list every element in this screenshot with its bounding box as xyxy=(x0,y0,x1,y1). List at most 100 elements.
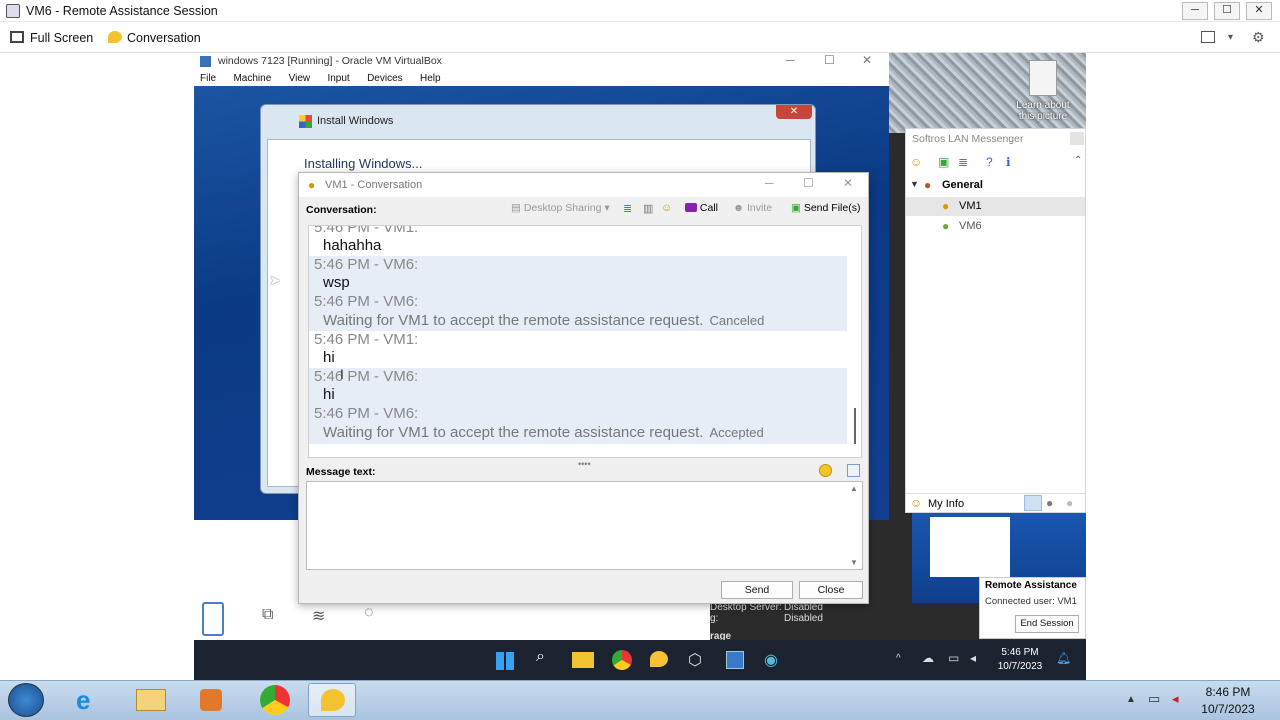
user-item-vm1[interactable]: ● VM1 xyxy=(906,197,1085,216)
cloud-icon[interactable]: ☁ xyxy=(922,651,934,665)
network-icon[interactable]: ▭ xyxy=(1148,691,1160,707)
palette-icon[interactable]: ◌ xyxy=(364,604,374,622)
splitter-handle[interactable]: •••• xyxy=(578,459,591,469)
group-icon: ● xyxy=(924,178,932,192)
call-label: Call xyxy=(699,202,719,214)
close-button[interactable]: ✕ xyxy=(1246,2,1272,20)
message-text: hahahha xyxy=(323,237,382,254)
send-button[interactable]: Send xyxy=(721,581,793,599)
users-icon[interactable]: ☺ xyxy=(910,155,922,169)
tool-icon[interactable] xyxy=(202,602,224,636)
vm-clock-date[interactable]: 10/7/2023 xyxy=(994,661,1046,672)
end-session-button[interactable]: End Session xyxy=(1015,615,1079,633)
formatting-icon[interactable] xyxy=(847,464,860,477)
ra-connected-user: Connected user: VM1 xyxy=(985,596,1077,607)
message-input[interactable]: ▲ ▼ xyxy=(306,481,863,570)
menu-view[interactable]: View xyxy=(289,73,311,84)
status-offline-button[interactable]: ● xyxy=(1066,496,1073,510)
vbox-close-button[interactable]: ✕ xyxy=(862,53,872,67)
participants-icon[interactable]: ☺ xyxy=(661,202,672,214)
collapse-icon[interactable]: ⌃ xyxy=(1074,155,1082,166)
dropdown-icon[interactable]: ▾ xyxy=(1228,32,1233,43)
status-online-button[interactable] xyxy=(1024,495,1042,511)
virtualbox-menubar: File Machine View Input Devices Help xyxy=(194,70,889,86)
cube-icon[interactable]: ⬡ xyxy=(688,650,702,670)
list-icon[interactable]: ≣ xyxy=(958,155,968,169)
host-clock-date[interactable]: 10/7/2023 xyxy=(1196,702,1260,716)
conversation-button[interactable]: Conversation xyxy=(108,28,201,48)
group-general[interactable]: ▼ ● General xyxy=(906,177,1085,195)
window-titlebar: VM6 - Remote Assistance Session ─ ☐ ✕ xyxy=(0,0,1280,22)
start-button[interactable] xyxy=(8,683,44,717)
install-title: Install Windows xyxy=(317,115,394,127)
tray-chevron-icon[interactable]: ^ xyxy=(896,653,901,664)
full-screen-button[interactable]: Full Screen xyxy=(10,28,93,48)
status-away-button[interactable]: ● xyxy=(1046,496,1053,510)
virtualbox-titlebar: windows 7123 [Running] - Oracle VM Virtu… xyxy=(194,53,889,70)
lan-close-button[interactable] xyxy=(1070,132,1084,145)
send-files-button[interactable]: ▣ Send File(s) xyxy=(791,202,860,214)
tray-chevron-icon[interactable]: ▲ xyxy=(1126,694,1136,705)
scroll-up-icon[interactable]: ▲ xyxy=(850,484,858,493)
volume-muted-icon[interactable]: ◂ xyxy=(1172,691,1179,707)
lines-icon[interactable]: ≋ xyxy=(312,606,325,626)
install-close-button[interactable]: ✕ xyxy=(776,105,812,119)
taskbar-chrome[interactable] xyxy=(250,683,298,717)
maximize-button[interactable]: ☐ xyxy=(1214,2,1240,20)
file-icon[interactable] xyxy=(1029,60,1057,96)
scroll-down-icon[interactable]: ▼ xyxy=(850,558,858,567)
remote-tool-icon[interactable] xyxy=(726,651,744,669)
host-clock-time[interactable]: 8:46 PM xyxy=(1196,685,1260,699)
taskbar-ie[interactable]: e xyxy=(66,683,114,717)
export-icon[interactable]: ▥ xyxy=(643,202,653,215)
send-files-icon: ▣ xyxy=(791,202,804,214)
info-icon[interactable]: ℹ xyxy=(1006,155,1011,169)
chrome-icon[interactable] xyxy=(612,650,632,670)
conv-minimize-button[interactable]: ─ xyxy=(765,176,774,190)
menu-file[interactable]: File xyxy=(200,73,216,84)
display-icon[interactable] xyxy=(1201,31,1215,43)
conv-maximize-button[interactable]: ☐ xyxy=(803,176,814,190)
taskbar-messenger[interactable] xyxy=(308,683,356,717)
desktop-icon-label: Learn about this picture xyxy=(1016,100,1070,122)
menu-machine[interactable]: Machine xyxy=(233,73,271,84)
invite-button[interactable]: ☻ Invite xyxy=(733,202,772,214)
start-icon[interactable] xyxy=(496,652,514,670)
vbox-maximize-button[interactable]: ☐ xyxy=(824,53,835,67)
taskbar-explorer[interactable] xyxy=(126,683,174,717)
call-button[interactable]: Call xyxy=(685,202,718,214)
menu-input[interactable]: Input xyxy=(327,73,349,84)
shapes-icon[interactable]: ⧉ xyxy=(262,606,273,624)
conversation-label: Conversation: xyxy=(306,204,377,216)
help-icon[interactable]: ? xyxy=(986,155,993,169)
menu-devices[interactable]: Devices xyxy=(367,73,403,84)
search-icon[interactable]: ⌕ xyxy=(536,648,545,666)
taskbar-media[interactable] xyxy=(186,683,234,717)
user-item-vm6[interactable]: ● VM6 xyxy=(906,217,1085,236)
gear-icon[interactable]: ⚙ xyxy=(1252,29,1265,46)
chat-message: 5:46 PM - VM1: hahahha xyxy=(309,226,847,256)
mouse-cursor-icon: ➤ xyxy=(269,272,281,288)
history-icon[interactable]: ≣ xyxy=(623,202,632,215)
close-button[interactable]: Close xyxy=(799,581,863,599)
monitor-icon[interactable]: ▭ xyxy=(948,651,959,665)
folder-icon[interactable]: ▣ xyxy=(938,155,949,169)
conv-close-button[interactable]: ✕ xyxy=(843,176,853,190)
menu-help[interactable]: Help xyxy=(420,73,441,84)
notification-bell-icon[interactable]: 🔔︎ xyxy=(1056,651,1071,665)
chat-log[interactable]: 5:46 PM - VM1: hahahha 5:46 PM - VM6: ws… xyxy=(308,225,862,458)
network-app-icon[interactable]: ◉ xyxy=(764,650,778,670)
expand-icon[interactable]: ▼ xyxy=(910,179,919,189)
volume-icon[interactable]: ◂ xyxy=(970,651,976,665)
chat-scrollbar[interactable] xyxy=(854,408,856,444)
messenger-icon[interactable] xyxy=(650,651,668,667)
vbox-minimize-button[interactable]: ─ xyxy=(786,53,795,67)
folder-icon xyxy=(136,689,166,711)
vm-clock-time[interactable]: 5:46 PM xyxy=(994,647,1046,658)
desktop-sharing-button[interactable]: ▤ Desktop Sharing ▾ xyxy=(511,202,610,214)
emoticon-icon[interactable] xyxy=(819,464,832,477)
my-info-link[interactable]: My Info xyxy=(928,498,964,510)
file-explorer-icon[interactable] xyxy=(572,652,594,668)
message-timestamp: 5:46 PM - VM6: xyxy=(314,368,419,385)
minimize-button[interactable]: ─ xyxy=(1182,2,1208,20)
